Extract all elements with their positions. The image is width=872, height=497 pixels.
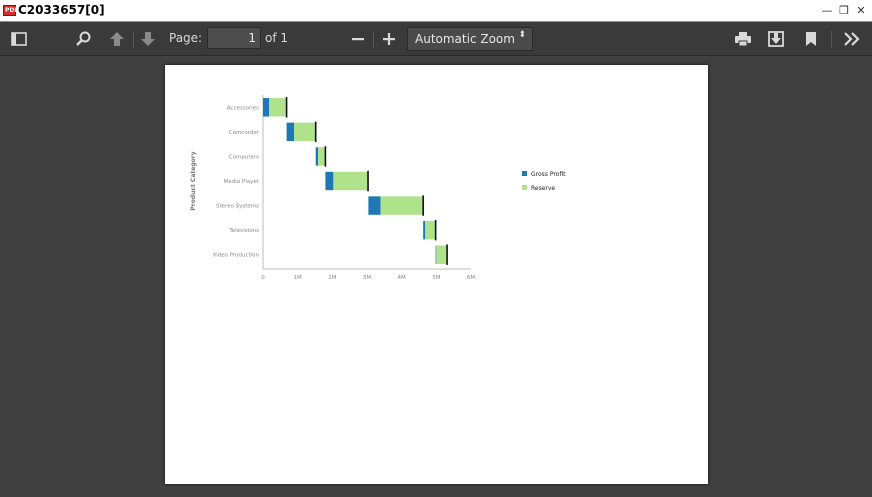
search-icon[interactable]	[74, 29, 94, 49]
download-icon[interactable]	[766, 29, 786, 49]
window-title: C2033657[0]	[18, 3, 105, 17]
page-label: Page:	[169, 31, 203, 45]
y-tick-label: Stereo Systems	[216, 204, 259, 210]
x-tick-label: 0	[261, 275, 265, 281]
print-icon[interactable]	[733, 29, 753, 49]
zoom-value: Automatic Zoom	[415, 32, 515, 46]
tools-icon[interactable]	[842, 29, 862, 49]
pdf-toolbar: Page: 1 of 1 Automatic Zoom ⬍	[0, 23, 872, 56]
x-tick-label: 4M	[398, 275, 406, 281]
zoom-in-icon[interactable]	[379, 29, 399, 49]
bar-gross-profit	[315, 147, 319, 166]
bar-reserve	[380, 196, 424, 215]
app-icon-text: PDF	[5, 7, 19, 14]
legend-label: Gross Profit	[531, 171, 566, 178]
bar-reserve	[333, 171, 369, 191]
y-tick-label: Computers	[229, 154, 259, 160]
toolbar-separator	[133, 31, 134, 48]
page-number-input[interactable]: 1	[207, 27, 261, 49]
x-tick-label: 2M	[328, 275, 336, 281]
bar-gross-profit	[435, 245, 437, 264]
window-titlebar: PDF C2033657[0] — ❐ ✕	[0, 0, 872, 22]
bar-reserve	[318, 147, 326, 166]
toolbar-separator	[373, 31, 374, 48]
bar-gross-profit	[325, 171, 334, 191]
y-axis-title: Product Category	[190, 151, 197, 210]
bar-reserve	[294, 122, 316, 142]
bar-gross-profit	[286, 122, 295, 142]
next-page-icon[interactable]	[138, 29, 158, 49]
minimize-button[interactable]: —	[820, 4, 834, 18]
bar-reserve	[436, 245, 448, 264]
y-tick-label: Media Player	[224, 179, 260, 185]
bookmark-icon[interactable]	[801, 29, 821, 49]
waterfall-chart: 0 1M 2M 3M 4M 5M 6M Accessories Camcorder Compute…	[190, 95, 566, 281]
restore-button[interactable]: ❐	[837, 4, 851, 18]
y-tick-label: Video Production	[213, 253, 260, 259]
chevron-updown-icon: ⬍	[518, 30, 526, 40]
bar-gross-profit	[423, 220, 426, 240]
bar-reserve	[269, 98, 287, 117]
page-count: of 1	[265, 31, 289, 45]
legend-swatch	[522, 185, 527, 190]
close-button[interactable]: ✕	[854, 4, 868, 18]
y-tick-label: Accessories	[227, 105, 259, 111]
x-tick-label: 5M	[432, 275, 440, 281]
bar-gross-profit	[263, 98, 270, 117]
pdf-page: 0 1M 2M 3M 4M 5M 6M Accessories Camcorder Compute…	[165, 65, 708, 484]
zoom-select[interactable]: Automatic Zoom ⬍	[407, 27, 533, 51]
x-tick-label: 1M	[294, 275, 302, 281]
x-tick-label: 3M	[363, 275, 371, 281]
x-tick-label: 6M	[467, 275, 475, 281]
legend-swatch	[522, 171, 527, 176]
bar-gross-profit	[368, 196, 381, 215]
pdf-app-icon: PDF	[3, 5, 19, 16]
y-tick-label: Televisions	[228, 228, 259, 234]
y-tick-label: Camcorder	[229, 130, 260, 136]
bar-reserve	[425, 220, 436, 240]
legend-label: Reserve	[531, 185, 555, 192]
previous-page-icon[interactable]	[107, 29, 127, 49]
sidebar-toggle-icon[interactable]	[9, 29, 29, 49]
toolbar-separator	[831, 31, 832, 48]
zoom-out-icon[interactable]	[348, 29, 368, 49]
